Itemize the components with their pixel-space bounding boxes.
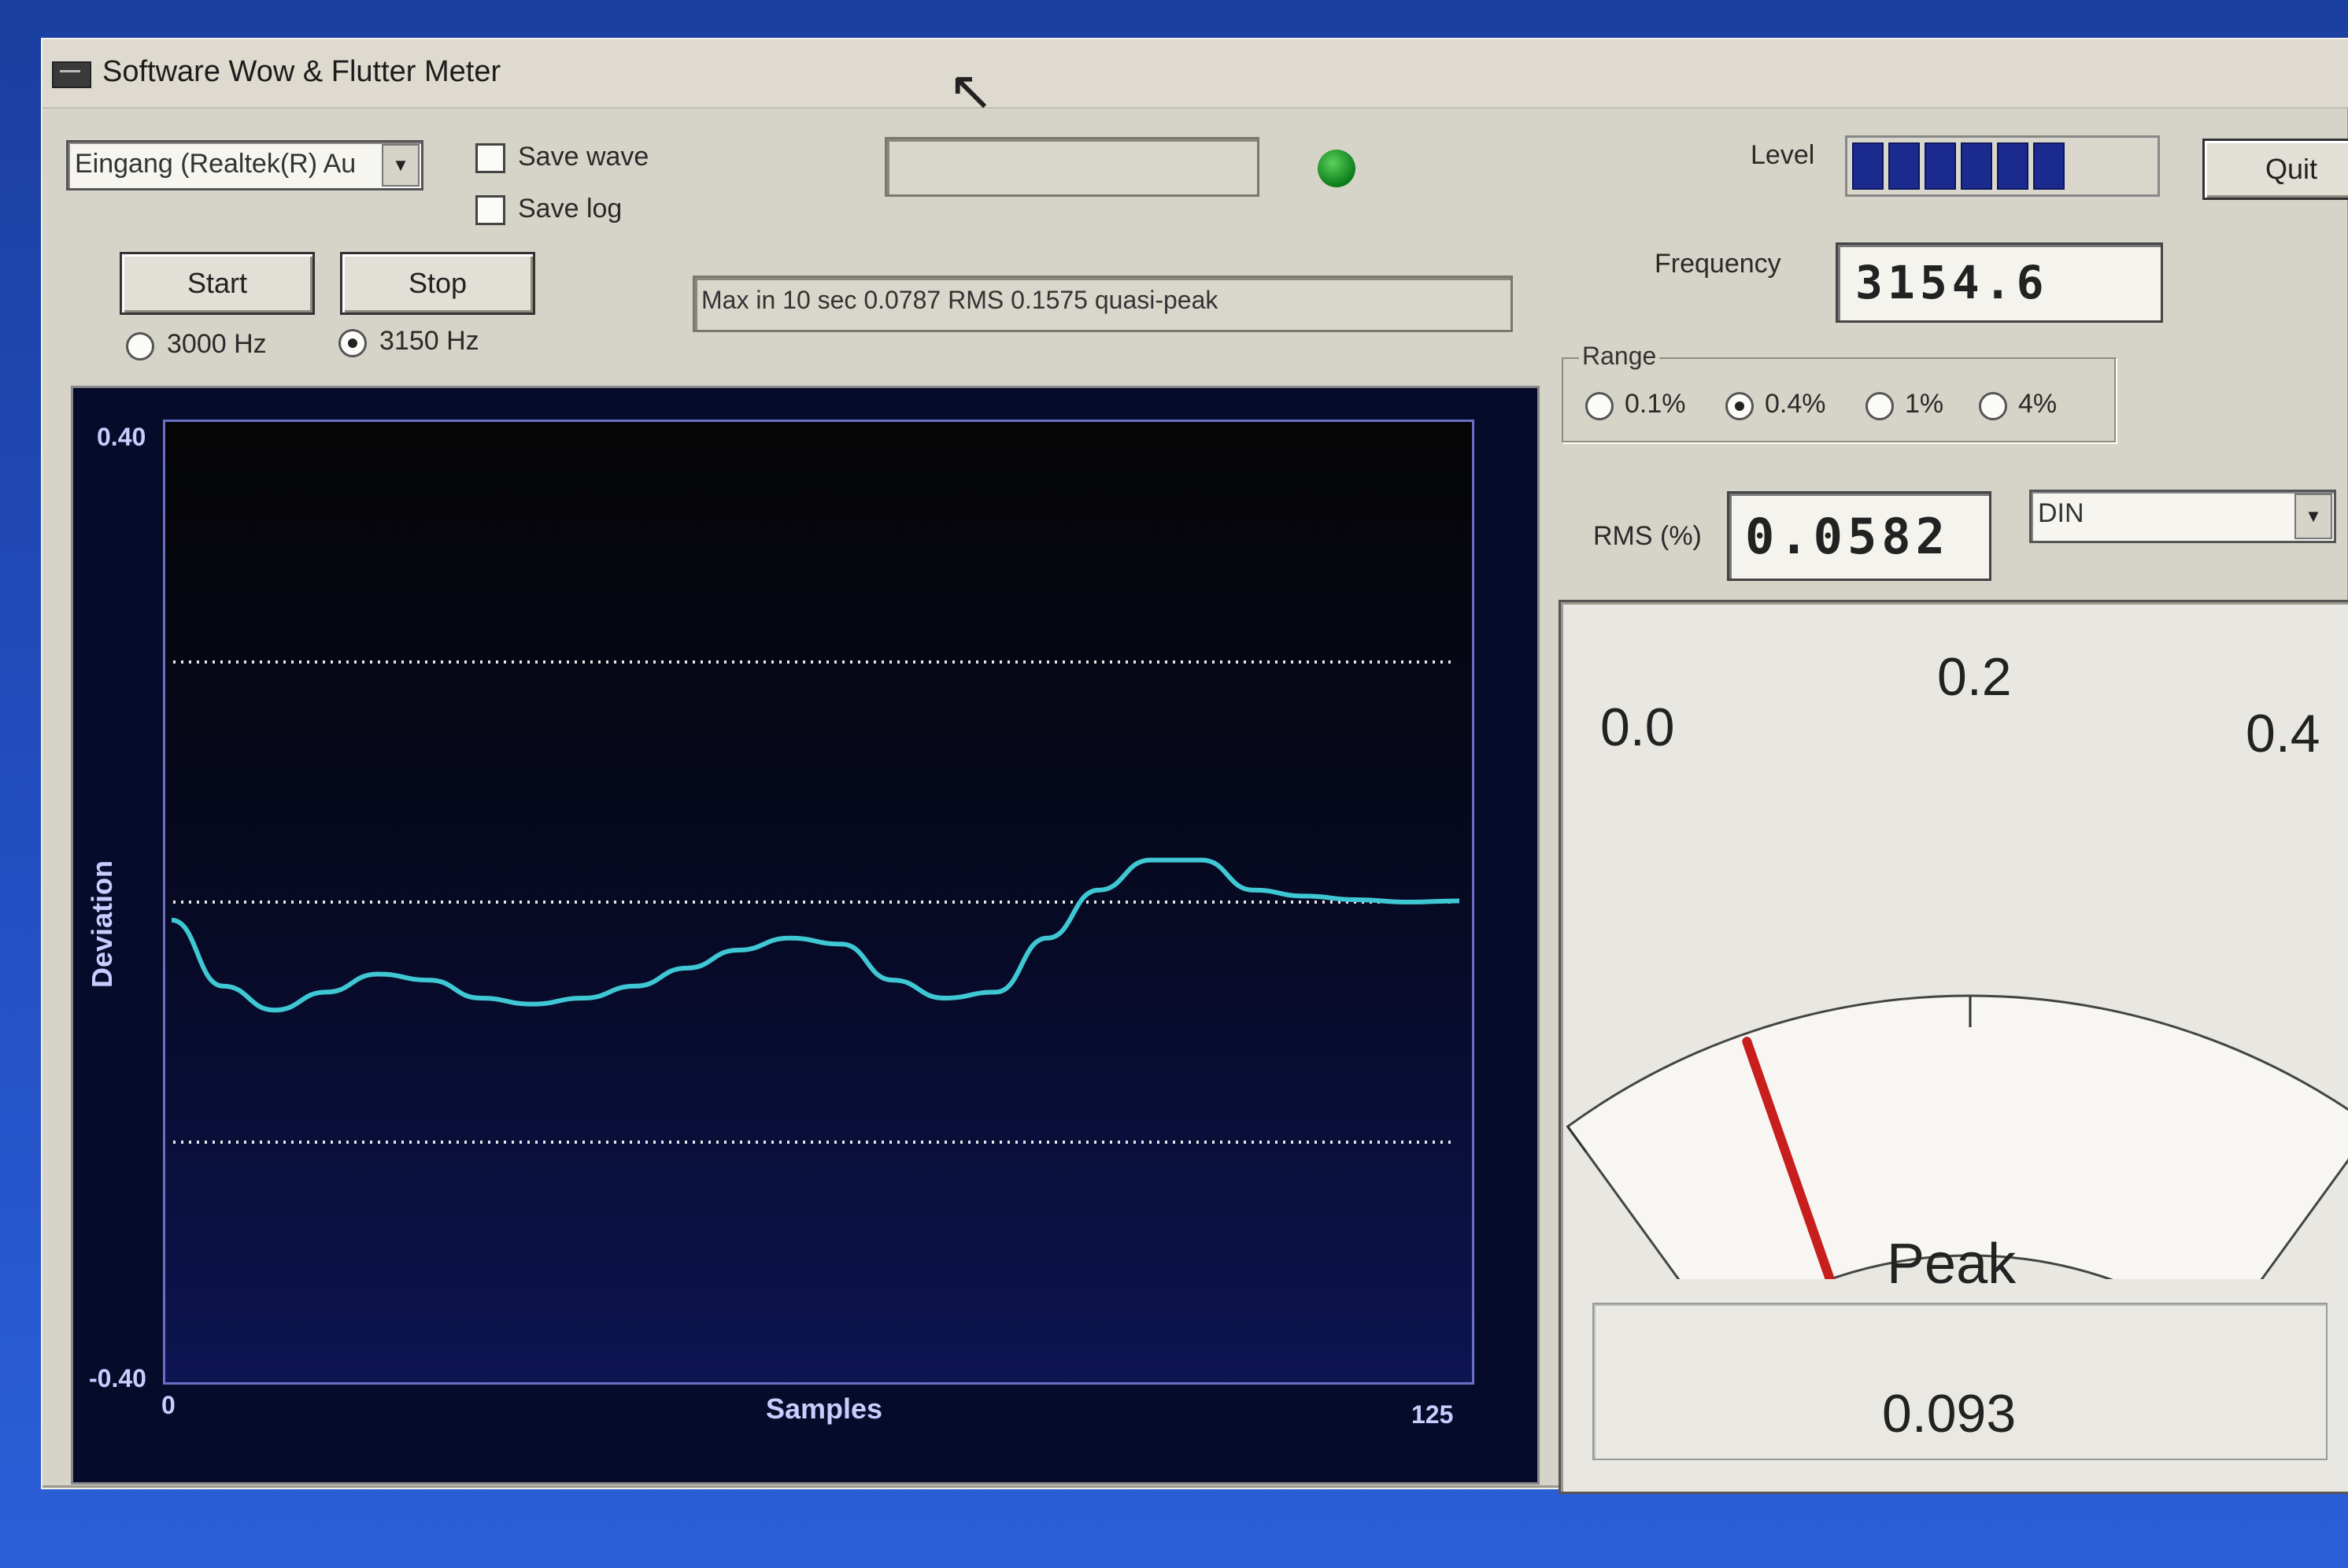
level-segment bbox=[1888, 142, 1920, 190]
range-radio-0.1[interactable] bbox=[1585, 392, 1614, 420]
weighting-select[interactable]: DIN ▼ bbox=[2029, 490, 2336, 543]
chevron-down-icon[interactable]: ▼ bbox=[2294, 494, 2332, 539]
x-axis-label: Samples bbox=[766, 1392, 883, 1425]
deviation-chart bbox=[171, 660, 1460, 1144]
signal-led-icon bbox=[1318, 150, 1355, 187]
peak-value: 0.093 bbox=[1882, 1384, 2017, 1444]
level-segment bbox=[2033, 142, 2065, 190]
range-group: Range 0.1% 0.4% 1% 4% bbox=[1562, 342, 2116, 442]
y-tick-max: 0.40 bbox=[97, 423, 146, 451]
stop-button[interactable]: Stop bbox=[340, 252, 535, 315]
stop-button-label: Stop bbox=[408, 267, 468, 299]
peak-label: Peak bbox=[1887, 1233, 2017, 1296]
range-radio-0.4[interactable] bbox=[1725, 392, 1754, 420]
title-bar: Software Wow & Flutter Meter ↖ bbox=[43, 39, 2348, 118]
peak-gauge-panel: 0.0 0.2 0.4 Peak 0.093 bbox=[1559, 600, 2348, 1494]
frequency-label: Frequency bbox=[1655, 249, 1781, 279]
range-radio-4[interactable] bbox=[1979, 392, 2007, 420]
range-label-0.1: 0.1% bbox=[1625, 389, 1686, 419]
rms-value: 0.0582 bbox=[1745, 508, 1950, 565]
level-meter bbox=[1845, 135, 2160, 197]
freq-3000-radio[interactable] bbox=[126, 332, 154, 361]
start-button-label: Start bbox=[187, 267, 248, 299]
weighting-value: DIN bbox=[2038, 498, 2084, 528]
plot-area bbox=[163, 420, 1474, 1385]
mouse-cursor-icon: ↖ bbox=[948, 60, 994, 121]
y-tick-min: -0.40 bbox=[89, 1364, 146, 1392]
app-icon bbox=[52, 61, 91, 88]
range-label-0.4: 0.4% bbox=[1765, 389, 1826, 419]
frequency-value: 3154.6 bbox=[1855, 256, 2049, 309]
level-segment bbox=[1997, 142, 2028, 190]
range-legend: Range bbox=[1579, 342, 1660, 371]
level-segment bbox=[1961, 142, 1992, 190]
peak-readout: 0.093 bbox=[1592, 1303, 2328, 1460]
gauge-scale-mid: 0.2 bbox=[1937, 647, 2012, 707]
status-field: Max in 10 sec 0.0787 RMS 0.1575 quasi-pe… bbox=[693, 276, 1513, 332]
level-label: Level bbox=[1751, 140, 1815, 170]
deviation-chart-panel: 0.40 -0.40 Deviation 0 Samples 125 bbox=[71, 386, 1540, 1485]
save-wave-checkbox[interactable] bbox=[475, 143, 505, 173]
y-axis-label: Deviation bbox=[86, 860, 119, 989]
rms-readout: 0.0582 bbox=[1727, 491, 1991, 581]
progress-field bbox=[885, 137, 1259, 197]
x-tick-min: 0 bbox=[161, 1391, 176, 1419]
save-wave-label: Save wave bbox=[518, 142, 649, 172]
x-tick-max: 125 bbox=[1411, 1400, 1454, 1429]
save-log-checkbox[interactable] bbox=[475, 195, 505, 225]
quit-button[interactable]: Quit bbox=[2202, 139, 2348, 200]
range-radio-1[interactable] bbox=[1865, 392, 1894, 420]
freq-3150-radio[interactable] bbox=[338, 329, 367, 357]
deviation-series-line bbox=[171, 857, 1460, 1013]
frequency-readout: 3154.6 bbox=[1836, 242, 2163, 323]
app-window: Software Wow & Flutter Meter ↖ Eingang (… bbox=[41, 38, 2348, 1494]
input-device-select[interactable]: Eingang (Realtek(R) Au ▼ bbox=[66, 140, 423, 190]
save-log-label: Save log bbox=[518, 194, 623, 224]
rms-label: RMS (%) bbox=[1593, 521, 1702, 551]
freq-3150-label: 3150 Hz bbox=[379, 326, 479, 356]
peak-gauge bbox=[1566, 994, 2348, 1279]
quit-button-label: Quit bbox=[2265, 153, 2318, 185]
chevron-down-icon[interactable]: ▼ bbox=[382, 144, 420, 187]
freq-3000-label: 3000 Hz bbox=[167, 329, 267, 359]
start-button[interactable]: Start bbox=[120, 252, 315, 315]
status-text: Max in 10 sec 0.0787 RMS 0.1575 quasi-pe… bbox=[701, 286, 1218, 314]
window-title: Software Wow & Flutter Meter bbox=[102, 55, 501, 88]
input-device-value: Eingang (Realtek(R) Au bbox=[75, 149, 357, 179]
level-segment bbox=[1852, 142, 1884, 190]
range-label-4: 4% bbox=[2018, 389, 2058, 419]
range-label-1: 1% bbox=[1905, 389, 1944, 419]
level-segment bbox=[1925, 142, 1956, 190]
